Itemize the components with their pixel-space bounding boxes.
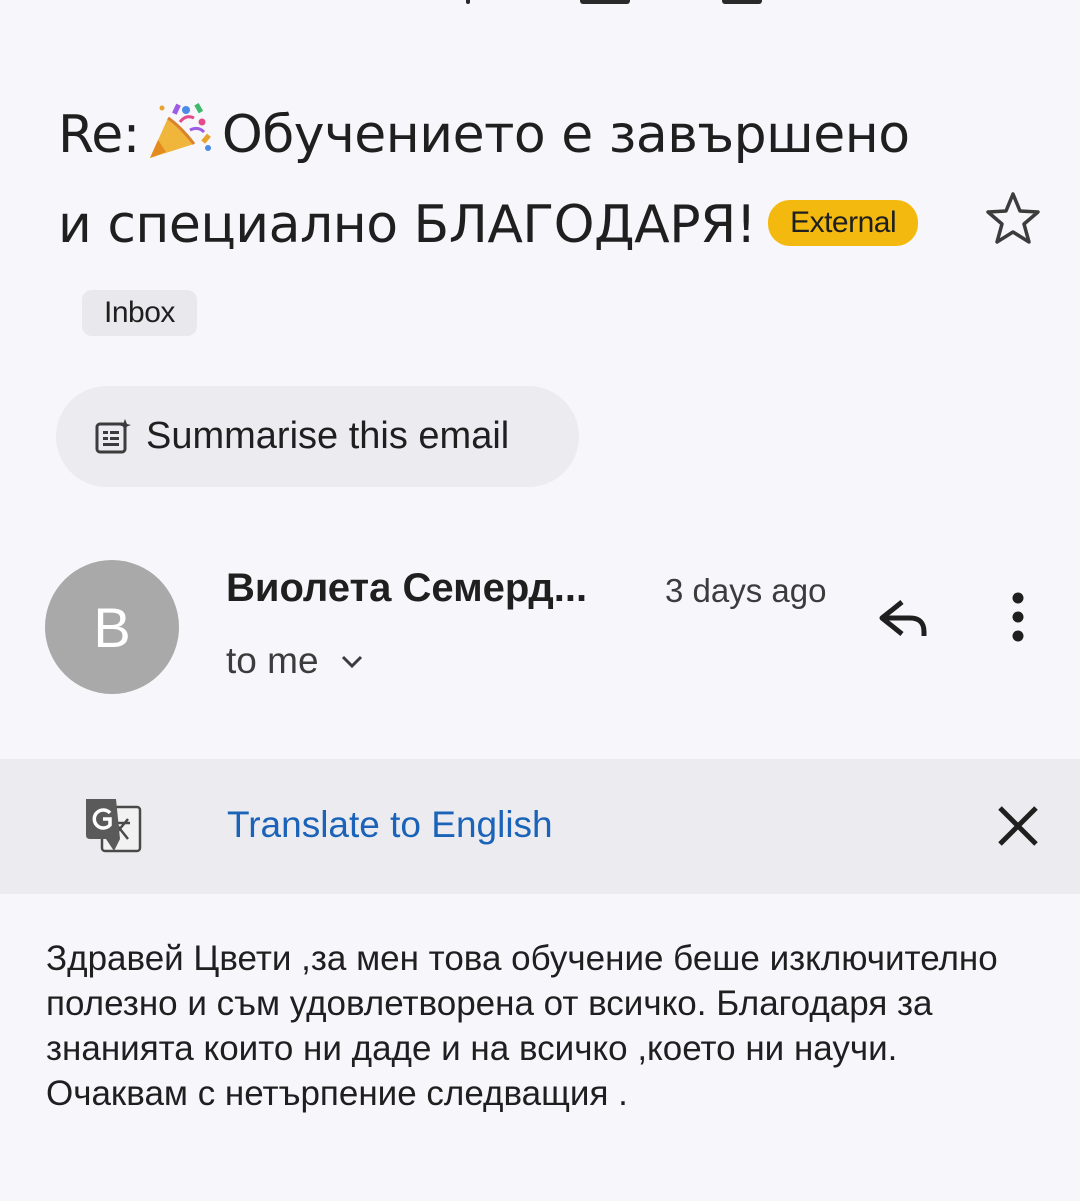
email-timestamp: 3 days ago <box>665 572 827 609</box>
subject-prefix: Re: <box>58 105 140 165</box>
status-bar-mark <box>722 0 762 4</box>
reply-icon[interactable] <box>868 590 934 646</box>
summarise-icon <box>95 418 131 453</box>
inbox-label-chip[interactable]: Inbox <box>82 290 197 336</box>
recipient-toggle[interactable]: to me <box>226 640 367 682</box>
translate-to-english-link[interactable]: Translate to English <box>227 804 553 846</box>
sender-avatar[interactable]: В <box>45 560 179 694</box>
star-outline-icon[interactable] <box>984 190 1042 248</box>
summarise-label: Summarise this email <box>146 415 510 457</box>
close-icon[interactable] <box>994 802 1042 850</box>
email-subject-block: Re: Обучението е завършено и специално Б… <box>58 90 958 360</box>
sender-name[interactable]: Виолета Семерд... <box>226 566 587 611</box>
recipient-label: to me <box>226 640 319 681</box>
email-subject: Re: Обучението е завършено и специално Б… <box>58 90 958 360</box>
summarise-email-button[interactable]: Summarise this email <box>56 386 579 487</box>
party-popper-icon <box>149 103 211 158</box>
email-body: Здравей Цвети ,за мен това обучение беше… <box>46 939 998 1113</box>
chevron-down-icon <box>341 655 362 669</box>
status-bar-mark <box>466 0 470 4</box>
more-vert-icon[interactable] <box>996 590 1040 646</box>
status-bar-remnant <box>0 0 1080 8</box>
status-bar-mark <box>580 0 630 4</box>
external-label-chip: External <box>768 200 919 246</box>
google-translate-icon <box>86 799 142 853</box>
